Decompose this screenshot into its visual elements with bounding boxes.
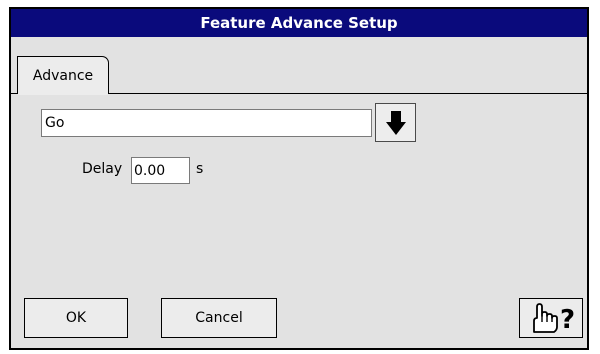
arrow-down-icon bbox=[385, 110, 406, 135]
svg-text:?: ? bbox=[560, 305, 575, 335]
feature-advance-setup-dialog: Feature Advance Setup Advance Go Delay 0… bbox=[9, 7, 589, 350]
action-dropdown-button[interactable] bbox=[375, 103, 416, 142]
ok-button[interactable]: OK bbox=[24, 298, 128, 338]
delay-input[interactable]: 0.00 bbox=[131, 157, 190, 184]
tab-active-gap bbox=[18, 93, 108, 95]
cancel-button[interactable]: Cancel bbox=[161, 298, 277, 338]
delay-label: Delay bbox=[82, 161, 123, 177]
delay-unit-label: s bbox=[196, 161, 204, 177]
action-select-field[interactable]: Go bbox=[41, 109, 372, 137]
help-button[interactable]: ? bbox=[519, 298, 583, 338]
dialog-title: Feature Advance Setup bbox=[11, 9, 587, 37]
tab-advance[interactable]: Advance bbox=[17, 56, 109, 94]
hand-pointer-question-icon: ? bbox=[533, 303, 575, 335]
